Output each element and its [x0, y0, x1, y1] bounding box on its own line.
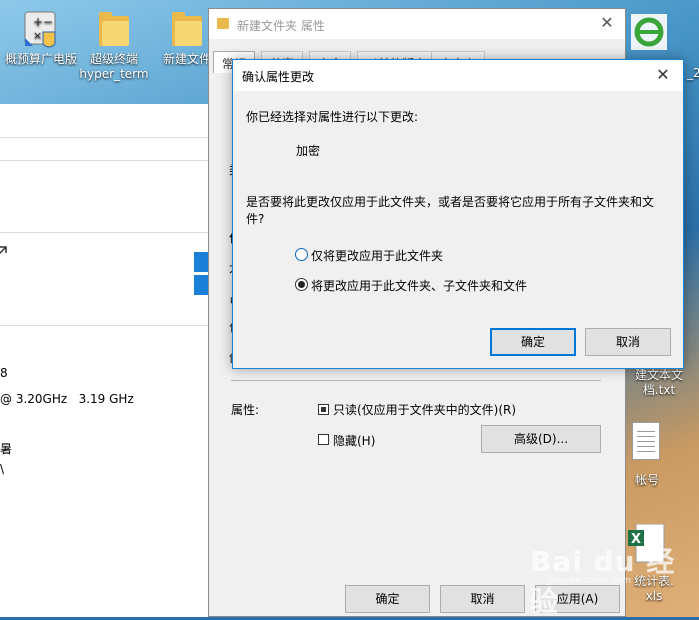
divider	[231, 380, 601, 381]
desktop-edge-label: _2	[687, 66, 699, 80]
ok-button[interactable]: 确定	[345, 585, 430, 613]
baidu-watermark-sub: jingyan.baidu.com	[548, 576, 632, 586]
dialog-title: 确认属性更改	[242, 70, 315, 84]
cpu-speed: @ 3.20GHz 3.19 GHz	[0, 392, 134, 406]
desktop-icon-label: 超级终端 hyper_term	[79, 52, 149, 81]
apply-all-radio[interactable]	[295, 278, 308, 291]
system-info-window: 8 @ 3.20GHz 3.19 GHz 暑 \	[0, 104, 210, 617]
desktop-icon-account-label[interactable]: 帐号	[624, 471, 670, 488]
ie-browser-icon[interactable]	[631, 14, 667, 53]
desktop-icon-budget[interactable]: + − × 概预算广电版	[2, 10, 80, 67]
change-item: 加密	[296, 144, 321, 158]
dialog-cancel-button[interactable]: 取消	[585, 328, 671, 356]
dialog-question-line2: 件?	[246, 212, 265, 226]
ram-value: 8	[0, 366, 8, 380]
apply-all-label[interactable]: 将更改应用于此文件夹、子文件夹和文件	[311, 277, 527, 294]
desktop-icon-label: 概预算广电版	[4, 52, 77, 66]
windows-logo-arrow-icon	[0, 245, 8, 262]
attributes-label: 属性:	[231, 403, 260, 417]
dialog-question-line1: 是否要将此更改仅应用于此文件夹，或者是否要将它应用于所有子文件夹和文	[246, 195, 655, 209]
desktop-icon-txt-label[interactable]: 建文本文 档.txt	[624, 368, 694, 398]
properties-title: 新建文件夹 属性	[237, 19, 325, 33]
dialog-title-bar[interactable]: 确认属性更改 ✕	[233, 60, 683, 91]
svg-text:×: ×	[33, 29, 42, 42]
properties-title-bar[interactable]: 新建文件夹 属性 ✕	[209, 9, 625, 39]
apply-folder-only-radio[interactable]	[295, 248, 308, 261]
readonly-label[interactable]: 只读(仅应用于文件夹中的文件)(R)	[333, 401, 516, 418]
close-icon[interactable]: ✕	[597, 13, 617, 33]
svg-text:+: +	[33, 15, 43, 29]
text-file-icon[interactable]	[632, 422, 660, 460]
hidden-label[interactable]: 隐藏(H)	[333, 432, 375, 449]
system-type-text: 暑	[0, 442, 13, 456]
pen-touch-text: \	[0, 462, 5, 476]
apply-folder-only-label[interactable]: 仅将更改应用于此文件夹	[311, 247, 443, 264]
svg-text:−: −	[43, 15, 53, 29]
dialog-message: 你已经选择对属性进行以下更改:	[246, 110, 419, 124]
calculator-app-icon: + − ×	[21, 10, 61, 50]
confirm-attribute-change-dialog: 确认属性更改 ✕ 你已经选择对属性进行以下更改: 加密 是否要将此更改仅应用于此…	[232, 59, 684, 369]
folder-icon	[99, 12, 129, 46]
desktop-icon-hyper-term[interactable]: 超级终端 hyper_term	[75, 12, 153, 82]
hidden-checkbox[interactable]	[318, 434, 329, 445]
folder-icon	[172, 12, 202, 46]
folder-icon	[217, 18, 229, 29]
readonly-checkbox[interactable]	[318, 404, 329, 415]
dialog-ok-button[interactable]: 确定	[490, 328, 576, 356]
close-icon[interactable]: ✕	[653, 65, 673, 85]
advanced-button[interactable]: 高级(D)...	[481, 425, 601, 453]
cancel-button[interactable]: 取消	[440, 585, 525, 613]
